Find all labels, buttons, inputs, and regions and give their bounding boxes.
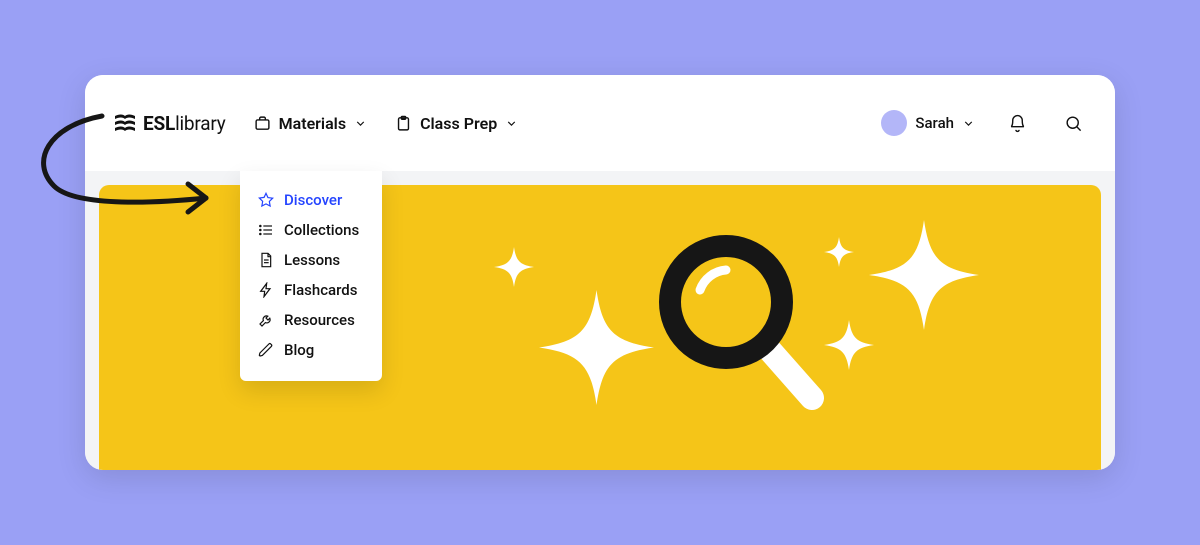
dropdown-item-label: Resources	[284, 311, 355, 329]
chevron-down-icon	[505, 117, 518, 130]
sparkle-icon	[869, 220, 979, 330]
search-icon	[1064, 114, 1083, 133]
sparkle-icon	[494, 247, 534, 287]
nav-classprep-label: Class Prep	[420, 114, 497, 133]
brand-name: ESLlibrary	[143, 112, 226, 135]
dropdown-item-label: Lessons	[284, 251, 340, 269]
dropdown-item-label: Flashcards	[284, 281, 357, 299]
dropdown-item-discover[interactable]: Discover	[240, 185, 382, 215]
user-menu[interactable]: Sarah	[881, 110, 975, 136]
dropdown-item-label: Blog	[284, 341, 314, 359]
nav-classprep[interactable]: Class Prep	[395, 114, 518, 133]
magnifier-icon	[654, 230, 824, 410]
bell-icon	[1008, 114, 1027, 133]
dropdown-item-flashcards[interactable]: Flashcards	[240, 275, 382, 305]
dropdown-item-lessons[interactable]: Lessons	[240, 245, 382, 275]
user-name: Sarah	[915, 114, 954, 132]
nav-materials[interactable]: Materials	[254, 114, 367, 133]
briefcase-icon	[254, 115, 271, 132]
app-window: ESLlibrary Materials Class Prep Sarah	[85, 75, 1115, 470]
search-button[interactable]	[1059, 109, 1087, 137]
dropdown-item-label: Discover	[284, 191, 342, 209]
dropdown-item-label: Collections	[284, 221, 359, 239]
notifications-button[interactable]	[1003, 109, 1031, 137]
sparkle-icon	[539, 290, 654, 405]
brand-logo[interactable]: ESLlibrary	[113, 112, 226, 135]
list-icon	[258, 222, 274, 238]
dropdown-item-blog[interactable]: Blog	[240, 335, 382, 365]
wrench-icon	[258, 312, 274, 328]
materials-dropdown: Discover Collections Lessons Flashcards …	[240, 171, 382, 381]
lightning-icon	[258, 282, 274, 298]
nav-materials-label: Materials	[279, 114, 346, 133]
sparkle-icon	[824, 237, 854, 267]
dropdown-item-collections[interactable]: Collections	[240, 215, 382, 245]
books-icon	[113, 113, 137, 133]
dropdown-item-resources[interactable]: Resources	[240, 305, 382, 335]
sparkle-icon	[824, 320, 874, 370]
chevron-down-icon	[354, 117, 367, 130]
clipboard-icon	[395, 115, 412, 132]
document-icon	[258, 252, 274, 268]
star-icon	[258, 192, 274, 208]
avatar	[881, 110, 907, 136]
chevron-down-icon	[962, 117, 975, 130]
topbar: ESLlibrary Materials Class Prep Sarah	[85, 75, 1115, 171]
pencil-icon	[258, 342, 274, 358]
